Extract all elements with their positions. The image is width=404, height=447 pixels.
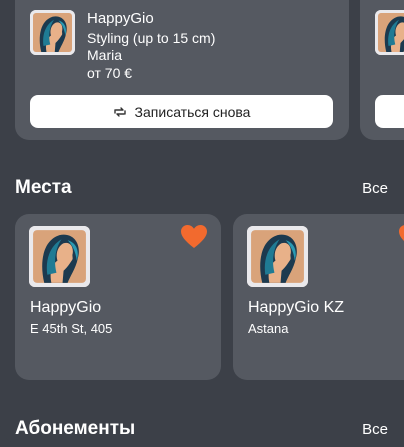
subscriptions-title: Абонементы — [15, 418, 136, 439]
heart-icon[interactable] — [181, 225, 207, 249]
repeat-icon — [113, 106, 126, 117]
places-title: Места — [15, 177, 72, 198]
place-name: HappyGio — [30, 299, 102, 316]
booking-service: Styling (up to 15 cm) — [87, 30, 216, 46]
screen: HappyGio Styling (up to 15 cm) Maria от … — [0, 0, 404, 447]
rebook-button[interactable]: Записаться снова — [30, 95, 333, 128]
booking-salon-name: HappyGio — [87, 10, 154, 27]
place-address: E 45th St, 405 — [30, 321, 113, 336]
booking-master: Maria — [87, 47, 123, 63]
salon-logo — [30, 10, 75, 55]
place-logo — [247, 226, 308, 287]
booking-price: от 70 € — [87, 65, 133, 81]
subscriptions-see-all-link[interactable]: Все — [362, 421, 388, 438]
places-see-all-link[interactable]: Все — [362, 180, 388, 197]
place-card[interactable]: HappyGio E 45th St, 405 — [15, 214, 221, 380]
place-logo — [29, 226, 90, 287]
booking-card[interactable]: HappyGio Styling (up to 15 cm) Maria от … — [15, 0, 349, 140]
place-name: HappyGio KZ — [248, 299, 345, 316]
place-address: Astana — [248, 321, 289, 336]
place-card[interactable]: HappyGio KZ Astana — [233, 214, 404, 380]
rebook-label: Записаться снова — [134, 103, 251, 120]
booking-card-next[interactable] — [360, 0, 404, 140]
salon-logo — [375, 10, 404, 55]
heart-icon[interactable] — [399, 225, 404, 249]
rebook-button[interactable] — [375, 95, 404, 128]
